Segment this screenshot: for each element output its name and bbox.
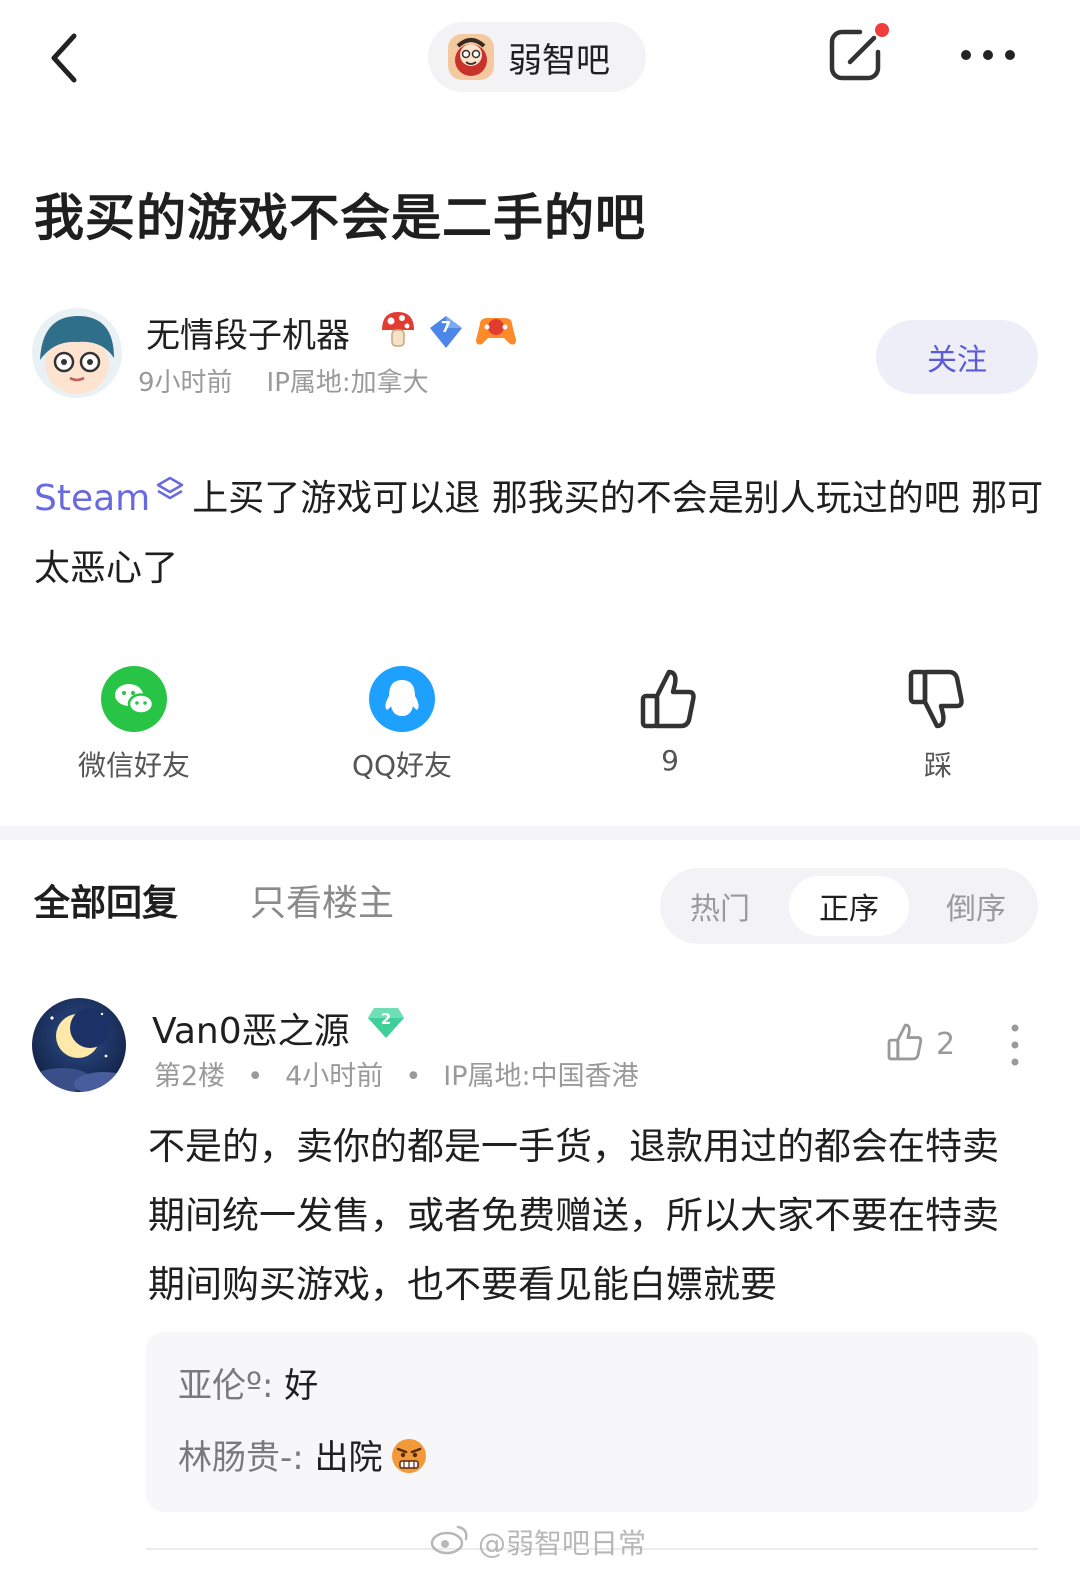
section-divider xyxy=(0,826,1080,840)
reply-author-name[interactable]: Van0恶之源 xyxy=(152,1002,350,1054)
sub-reply-text: 出院 xyxy=(314,1438,383,1478)
like-button[interactable]: 9 xyxy=(570,664,770,777)
back-arrow-icon[interactable] xyxy=(44,30,88,86)
forum-layers-icon xyxy=(156,458,184,500)
post-time: 9小时前 xyxy=(138,368,233,398)
mushroom-icon xyxy=(378,308,418,356)
forum-name: 弱智吧 xyxy=(508,40,610,81)
share-wechat-button[interactable]: 微信好友 xyxy=(34,664,234,784)
watermark-text: @弱智吧日常 xyxy=(478,1527,647,1560)
edit-post-icon[interactable] xyxy=(824,20,894,86)
level-diamond-icon: 7 xyxy=(426,312,466,352)
sub-reply-user[interactable]: 亚伦º: xyxy=(178,1358,273,1407)
qq-icon xyxy=(367,664,437,734)
reply-more-icon[interactable] xyxy=(1004,1022,1026,1068)
reply-time: 4小时前 xyxy=(285,1061,384,1092)
dislike-button[interactable]: 踩 xyxy=(838,664,1038,784)
post-title: 我买的游戏不会是二手的吧 xyxy=(34,189,646,247)
watermark: @弱智吧日常 xyxy=(430,1522,646,1562)
reply-text: 不是的，卖你的都是一手货，退款用过的都会在特卖期间统一发售，或者免费赠送，所以大… xyxy=(148,1125,999,1306)
tab-all-replies[interactable]: 全部回复 xyxy=(34,874,178,926)
post-body-text: 上买了游戏可以退 那我买的不会是别人玩过的吧 那可太恶心了 xyxy=(34,478,1044,589)
post-body: Steam 上买了游戏可以退 那我买的不会是别人玩过的吧 那可太恶心了 xyxy=(34,458,1044,604)
reply-ip: IP属地:中国香港 xyxy=(443,1061,639,1092)
sub-reply-text: 好 xyxy=(284,1366,319,1406)
sort-hot[interactable]: 热门 xyxy=(660,876,780,936)
like-count: 9 xyxy=(661,744,679,777)
level-gem-icon: 2 xyxy=(366,1004,406,1040)
reply-like-count: 2 xyxy=(936,1026,956,1062)
reply-avatar[interactable] xyxy=(32,998,126,1092)
wechat-label: 微信好友 xyxy=(77,749,190,782)
author-name[interactable]: 无情段子机器 xyxy=(146,308,350,357)
thumbs-up-icon xyxy=(884,1020,928,1068)
thumbs-up-icon xyxy=(635,664,705,734)
sort-asc[interactable]: 正序 xyxy=(789,876,909,936)
steam-link[interactable]: Steam xyxy=(34,478,150,519)
gamepad-badge-icon xyxy=(474,310,518,354)
wechat-icon xyxy=(99,664,169,734)
sub-reply[interactable]: 亚伦º: 好 xyxy=(178,1358,318,1407)
more-options-icon[interactable] xyxy=(956,40,1020,70)
sort-toggle: 热门 正序 倒序 xyxy=(660,868,1038,944)
forum-pill[interactable]: 弱智吧 xyxy=(428,22,646,92)
reply-meta: 第2楼 • 4小时前 • IP属地:中国香港 xyxy=(154,1061,639,1092)
thumbs-down-icon xyxy=(903,664,973,734)
share-qq-button[interactable]: QQ好友 xyxy=(302,664,502,784)
sub-replies[interactable]: 亚伦º: 好 林肠贵-: 出院 xyxy=(146,1332,1038,1512)
tab-op-only[interactable]: 只看楼主 xyxy=(250,874,394,926)
qq-label: QQ好友 xyxy=(351,749,453,782)
sub-reply[interactable]: 林肠贵-: 出院 xyxy=(178,1430,429,1479)
forum-logo-icon xyxy=(446,32,496,82)
weibo-logo-icon xyxy=(430,1523,470,1562)
author-ip: IP属地:加拿大 xyxy=(266,368,429,398)
follow-button[interactable]: 关注 xyxy=(876,320,1038,394)
author-avatar[interactable] xyxy=(32,308,122,398)
author-badges: 7 xyxy=(378,308,518,356)
reply-like-button[interactable]: 2 xyxy=(884,1020,955,1068)
angry-face-emoji-icon xyxy=(389,1435,429,1475)
reply-floor: 第2楼 xyxy=(154,1061,226,1092)
author-meta: 9小时前 IP属地:加拿大 xyxy=(138,362,429,399)
sub-reply-user[interactable]: 林肠贵-: xyxy=(178,1430,304,1479)
dislike-label: 踩 xyxy=(923,749,952,782)
sort-desc[interactable]: 倒序 xyxy=(916,876,1036,936)
